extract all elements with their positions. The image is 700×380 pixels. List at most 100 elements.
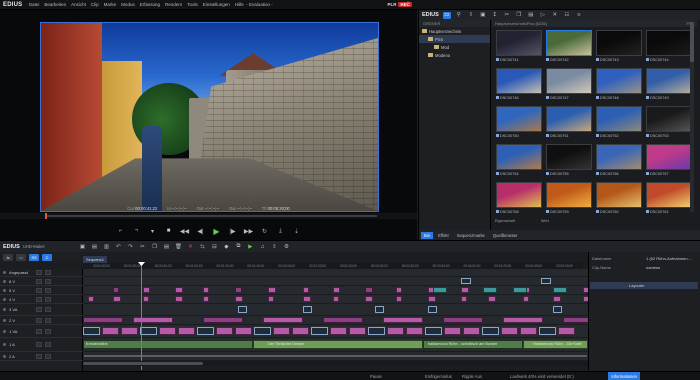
thumbnail-image[interactable]: [546, 106, 592, 132]
track-lock-icon[interactable]: [3, 297, 6, 301]
menu-datei[interactable]: Datei: [26, 2, 42, 7]
ripple-icon[interactable]: ⇆: [198, 242, 207, 251]
track-sync-icon[interactable]: [45, 270, 51, 275]
timeline-clip[interactable]: [461, 296, 467, 302]
rewind-button[interactable]: ◀◀: [180, 226, 190, 236]
thumbnail-item[interactable]: DSC00759: [546, 182, 592, 215]
timeline-clip[interactable]: [235, 287, 242, 293]
track-lock-icon[interactable]: [3, 271, 6, 274]
delete-icon[interactable]: ✕: [186, 242, 195, 251]
track-lane[interactable]: Kreidewölkel Der Trinkliche Denker halbamr…: [83, 338, 588, 352]
player-icon[interactable]: ▷: [539, 12, 547, 19]
scrub-track[interactable]: [45, 215, 377, 217]
timeline-clip[interactable]: [197, 327, 214, 335]
thumbnail-image[interactable]: [496, 106, 542, 132]
timeline-clip[interactable]: [333, 287, 340, 293]
thumbnail-item[interactable]: DSC00754: [496, 144, 542, 177]
timeline-playhead[interactable]: [141, 263, 142, 370]
thumbnail-image[interactable]: [596, 106, 642, 132]
track-header[interactable]: 4 V: [0, 295, 83, 304]
track-header[interactable]: 2 V: [0, 316, 83, 325]
track-visibility-icon[interactable]: [36, 307, 42, 312]
timeline-clip[interactable]: [203, 317, 243, 323]
snap-button[interactable]: SS: [29, 253, 39, 261]
track-sync-icon[interactable]: [45, 328, 51, 334]
set-out-icon[interactable]: ¬: [132, 226, 142, 236]
timeline-clip[interactable]: [102, 327, 119, 335]
import-icon[interactable]: ↥: [491, 12, 499, 19]
track-header[interactable]: 1 A: [0, 338, 83, 352]
step-forward-button[interactable]: |▶: [228, 226, 238, 236]
paste-icon[interactable]: ▤: [162, 242, 171, 251]
track-header[interactable]: 1 VA: [0, 325, 83, 338]
track-lane[interactable]: [83, 295, 589, 304]
trash-icon[interactable]: 🗑: [174, 242, 183, 251]
timeline-clip[interactable]: [175, 296, 183, 302]
track-lock-icon[interactable]: [3, 343, 6, 346]
thumbnail-image[interactable]: [646, 144, 692, 170]
menu-rendern[interactable]: Rendern: [162, 2, 184, 7]
track-visibility-icon[interactable]: [36, 328, 42, 334]
tab-quellbrowser[interactable]: Quellbrowser: [490, 232, 521, 239]
thumbnail-item[interactable]: DSC00748: [596, 68, 642, 101]
link-button[interactable]: C: [42, 253, 52, 261]
thumbnail-item[interactable]: DSC00750: [496, 106, 542, 139]
track-sync-icon[interactable]: [45, 296, 51, 302]
timeline-clip[interactable]: [203, 287, 209, 293]
undo-icon[interactable]: ↶: [114, 242, 123, 251]
thumbnail-item[interactable]: DSC00760: [596, 182, 642, 215]
timeline-clip[interactable]: [368, 327, 385, 335]
timeline-clip[interactable]: [541, 278, 551, 284]
timeline-clip[interactable]: [553, 296, 561, 302]
timeline-clip[interactable]: [143, 296, 149, 302]
thumbnail-image[interactable]: [646, 106, 692, 132]
timeline-clip[interactable]: [121, 327, 138, 335]
timeline-clip[interactable]: [482, 327, 499, 335]
view-icon[interactable]: ☷: [563, 12, 571, 19]
arrow-tool-icon[interactable]: ⇆: [3, 253, 13, 261]
timeline-clip[interactable]: [349, 327, 366, 335]
track-visibility-icon[interactable]: [36, 287, 42, 293]
thumbnail-image[interactable]: [596, 182, 642, 208]
range-tool-icon[interactable]: ▭: [16, 253, 26, 261]
tab-bin[interactable]: Bin: [421, 231, 434, 239]
thumbnail-image[interactable]: [596, 144, 642, 170]
thumbnail-item[interactable]: DSC00753: [646, 106, 692, 139]
menu-modus[interactable]: Modus: [119, 2, 138, 7]
timeline-clip[interactable]: [323, 317, 363, 323]
thumbnail-item[interactable]: DSC00744: [646, 30, 692, 63]
track-lane[interactable]: [83, 286, 637, 295]
track-sync-icon[interactable]: [45, 307, 51, 312]
timeline-clip[interactable]: [88, 296, 94, 302]
set-in-icon[interactable]: ⌐: [116, 226, 126, 236]
timeline-clip[interactable]: [268, 296, 274, 302]
folder-item[interactable]: Hauptverzeichnis: [419, 27, 490, 35]
timeline-clip[interactable]: [113, 287, 119, 293]
save-icon[interactable]: ▥: [102, 242, 111, 251]
timeline-clip[interactable]: [406, 327, 423, 335]
mark-icon[interactable]: ▾: [148, 226, 158, 236]
timeline-clip[interactable]: [292, 327, 309, 335]
timeline-clip[interactable]: [175, 287, 183, 293]
folder-item[interactable]: Modeno: [419, 51, 490, 59]
thumbnail-image[interactable]: [546, 182, 592, 208]
timeline-clip[interactable]: [235, 296, 243, 302]
timeline-clip[interactable]: [303, 287, 309, 293]
track-lane[interactable]: [83, 277, 633, 286]
thumbnail-item[interactable]: DSC00747: [546, 68, 592, 101]
timeline-clip[interactable]: [203, 296, 209, 302]
timeline-clip[interactable]: [428, 306, 437, 313]
scrub-bar[interactable]: [0, 213, 417, 219]
timeline-clip[interactable]: [387, 327, 404, 335]
tab-sequenzmarke[interactable]: Sequenzmarke: [454, 232, 488, 239]
menu-clip[interactable]: Clip: [88, 2, 101, 7]
scrub-playhead[interactable]: [45, 213, 47, 219]
timeline-clip[interactable]: [133, 317, 173, 323]
menu-hilfe[interactable]: Hilfe: [232, 2, 246, 7]
marker-icon[interactable]: ◆: [222, 242, 231, 251]
timeline-clip[interactable]: [483, 287, 497, 293]
track-visibility-icon[interactable]: [36, 278, 42, 284]
video-preview[interactable]: [40, 22, 379, 212]
timeline-clip[interactable]: [523, 296, 529, 302]
track-sync-icon[interactable]: [45, 287, 51, 293]
